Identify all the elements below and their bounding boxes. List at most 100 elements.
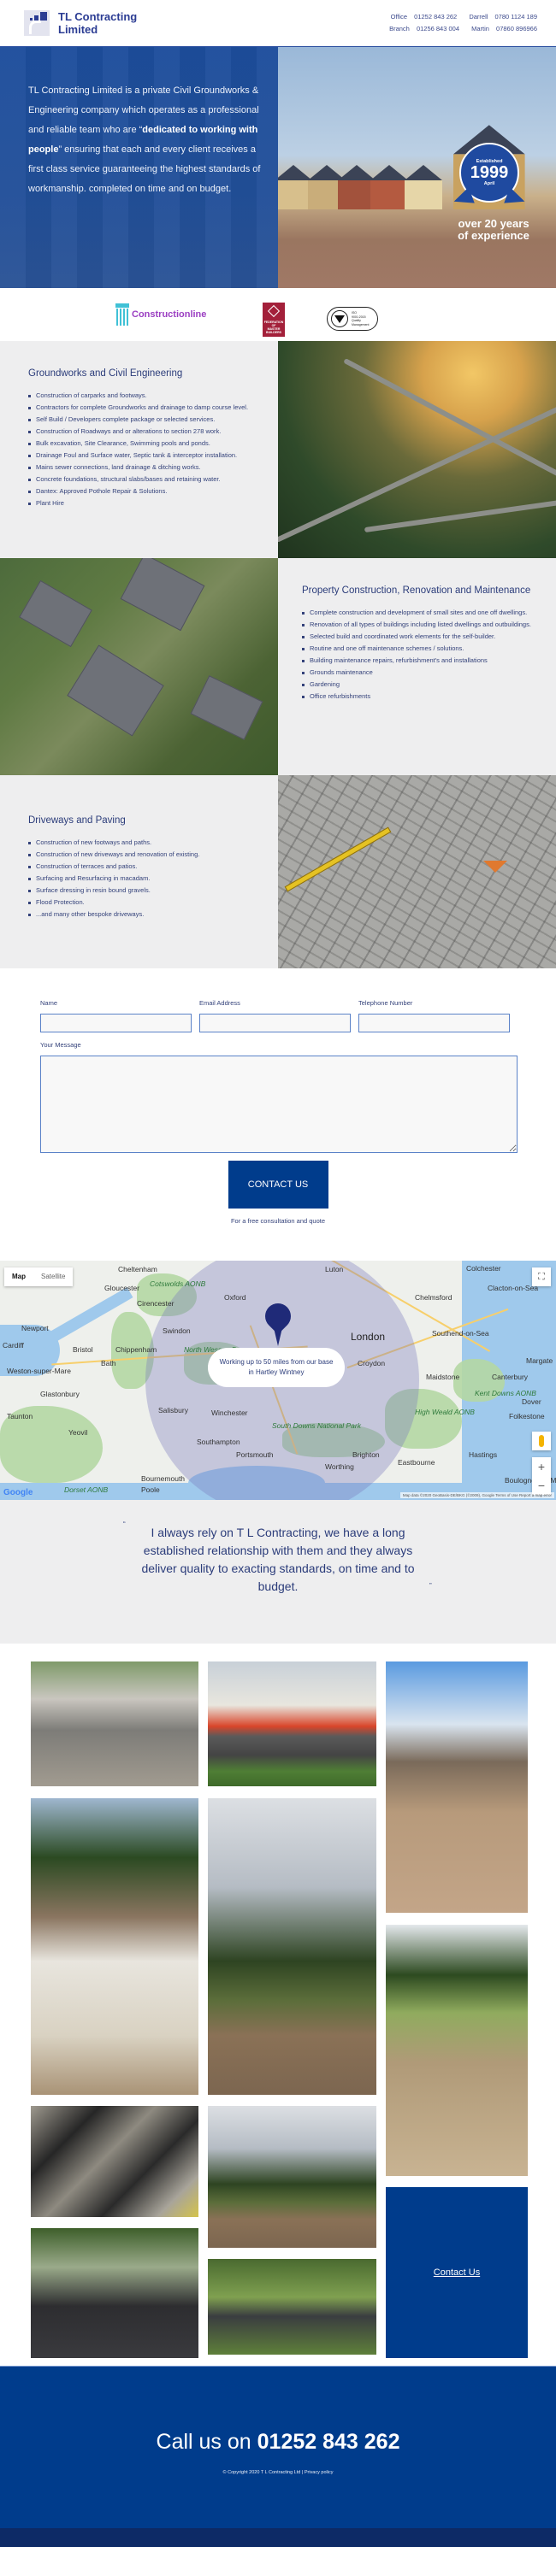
contact-martin[interactable]: Martin 07860 896966 [466,25,537,32]
service-list: Construction of carparks and footways. C… [28,390,261,509]
map-type-map-button[interactable]: Map [4,1267,33,1286]
company-name-line2: Limited [58,23,98,36]
map-label: Winchester [211,1409,248,1417]
service-item: Routine and one off maintenance schemes … [302,643,539,655]
map-label: Kent Downs AONB [475,1389,536,1397]
project-gallery: Contact Us [0,1644,556,2366]
map-label: Bath [101,1359,116,1367]
service-text: Groundworks and Civil Engineering Constr… [0,341,278,558]
zoom-in-button[interactable]: + [532,1457,551,1476]
hero-intro-panel: TL Contracting Limited is a private Civi… [0,47,278,288]
service-item: Selected build and coordinated work elem… [302,631,539,643]
message-label: Your Message [40,1041,81,1049]
testimonial: “ I always rely on T L Contracting, we h… [0,1500,556,1644]
privacy-policy-link[interactable]: Privacy policy [305,2470,334,2475]
map-label: Taunton [7,1412,33,1420]
service-item: Gardening [302,679,539,691]
map-label: Hastings [469,1450,498,1459]
contact-office[interactable]: Office 01252 843 262 [386,13,458,21]
service-item: Dantex: Approved Pothole Repair & Soluti… [28,485,261,497]
company-name-line1: TL Contracting [58,10,138,23]
service-item: Construction of terraces and patios. [28,861,261,873]
phone-input[interactable] [358,1014,510,1032]
contact-form: Name Email Address Telephone Number Your… [0,968,556,1261]
map-label: Worthing [325,1462,354,1471]
service-item: Surfacing and Resurfacing in macadam. [28,873,261,885]
map-label: Southend-on-Sea [432,1329,489,1338]
gallery-photo-cutting[interactable] [386,1925,528,2176]
gallery-photo-trench[interactable] [31,1798,198,2095]
map-zoom-controls: + − [532,1457,551,1495]
contact-branch[interactable]: Branch 01256 843 004 [384,25,459,32]
contact-us-link[interactable]: Contact Us [434,2267,480,2278]
gallery-photo-manhole[interactable] [31,2106,198,2217]
map-label: Dover [522,1397,541,1406]
service-item: Construction of new footways and paths. [28,837,261,849]
service-list: Construction of new footways and paths. … [28,837,261,920]
map-label: Gloucester [104,1284,140,1292]
gallery-photo-field-2[interactable] [208,2106,376,2248]
map-attribution[interactable]: Map data ©2020 GeoBasis-DE/BKG (©2009), … [399,1492,554,1498]
footer-bottom-bar [0,2528,556,2547]
aerial-houses-photo [0,558,278,775]
map-label: Margate [526,1356,553,1365]
gallery-photo-path[interactable] [31,2228,198,2358]
map-label: Swindon [163,1326,191,1335]
service-item: Construction of carparks and footways. [28,390,261,402]
service-item: Self Build / Developers complete package… [28,414,261,426]
email-input[interactable] [199,1014,351,1032]
map-label: Glastonbury [40,1390,80,1398]
map-label: Canterbury [492,1373,529,1381]
contact-us-submit-button[interactable]: CONTACT US [228,1161,328,1209]
map-label: Luton [325,1265,344,1273]
map-label: Brighton [352,1450,380,1459]
service-item: Surface dressing in resin bound gravels. [28,885,261,897]
map-label: Southampton [197,1438,240,1446]
email-label: Email Address [199,999,240,1007]
service-text: Property Construction, Renovation and Ma… [278,558,556,775]
service-item: Construction of new driveways and renova… [28,849,261,861]
hero-section: TL Contracting Limited is a private Civi… [0,46,556,288]
spirit-level [284,826,392,892]
gallery-photo-kerbs[interactable] [386,1661,528,1913]
gallery-contact-tile[interactable]: Contact Us [386,2187,528,2358]
google-logo: Google [3,1488,33,1497]
brand-logo-link[interactable]: TL Contracting Limited [24,10,137,36]
service-item: Building maintenance repairs, refurbishm… [302,655,539,667]
constructionline-logo: Constructionline [115,303,206,326]
service-item: Mains sewer connections, land drainage &… [28,462,261,473]
map-label: Cheltenham [118,1265,157,1273]
master-builders-logo: FEDERATION OF MASTER BUILDERS [263,303,285,337]
service-item: Contractors for complete Groundworks and… [28,402,261,414]
gallery-photo-footway[interactable] [31,1661,198,1786]
service-title: Driveways and Paving [28,815,126,826]
contact-darrell[interactable]: Darrell 0780 1124 189 [464,13,537,21]
service-item: ...and many other bespoke driveways. [28,909,261,920]
map-type-satellite-button[interactable]: Satellite [33,1267,73,1286]
gallery-photo-railing-path[interactable] [208,2259,376,2355]
map-label: Newport [21,1324,49,1332]
service-item: Flood Protection. [28,897,261,909]
footer-phone-link[interactable]: 01252 843 262 [257,2430,400,2454]
name-input[interactable] [40,1014,192,1032]
open-quote-icon: “ [123,1520,126,1528]
service-property: Property Construction, Renovation and Ma… [0,558,556,775]
service-title: Groundworks and Civil Engineering [28,368,183,379]
service-item: Renovation of all types of buildings inc… [302,619,539,631]
copyright: © Copyright 2020 T L Contracting Ltd | P… [222,2470,334,2475]
gallery-photo-field[interactable] [208,1798,376,2095]
call-us: Call us on 01252 843 262 [156,2430,400,2454]
company-logo-icon [24,10,50,36]
map-label: Oxford [224,1293,246,1302]
map-label: Yeovil [68,1428,88,1437]
header-contacts: Office 01252 843 262 Darrell 0780 1124 1… [379,11,537,35]
fullscreen-icon[interactable]: ⛶ [532,1267,551,1286]
message-textarea[interactable] [40,1056,518,1153]
service-area-map[interactable]: Cheltenham Gloucester Cotswolds AONB Cir… [0,1261,556,1500]
badge-month: April [483,181,495,186]
service-text: Driveways and Paving Construction of new… [0,775,278,968]
gallery-photo-shopfront[interactable] [208,1661,376,1786]
site-header: TL Contracting Limited Office 01252 843 … [0,0,556,46]
street-view-pegman-icon[interactable] [532,1432,551,1450]
map-type-toggle: Map Satellite [4,1267,74,1286]
